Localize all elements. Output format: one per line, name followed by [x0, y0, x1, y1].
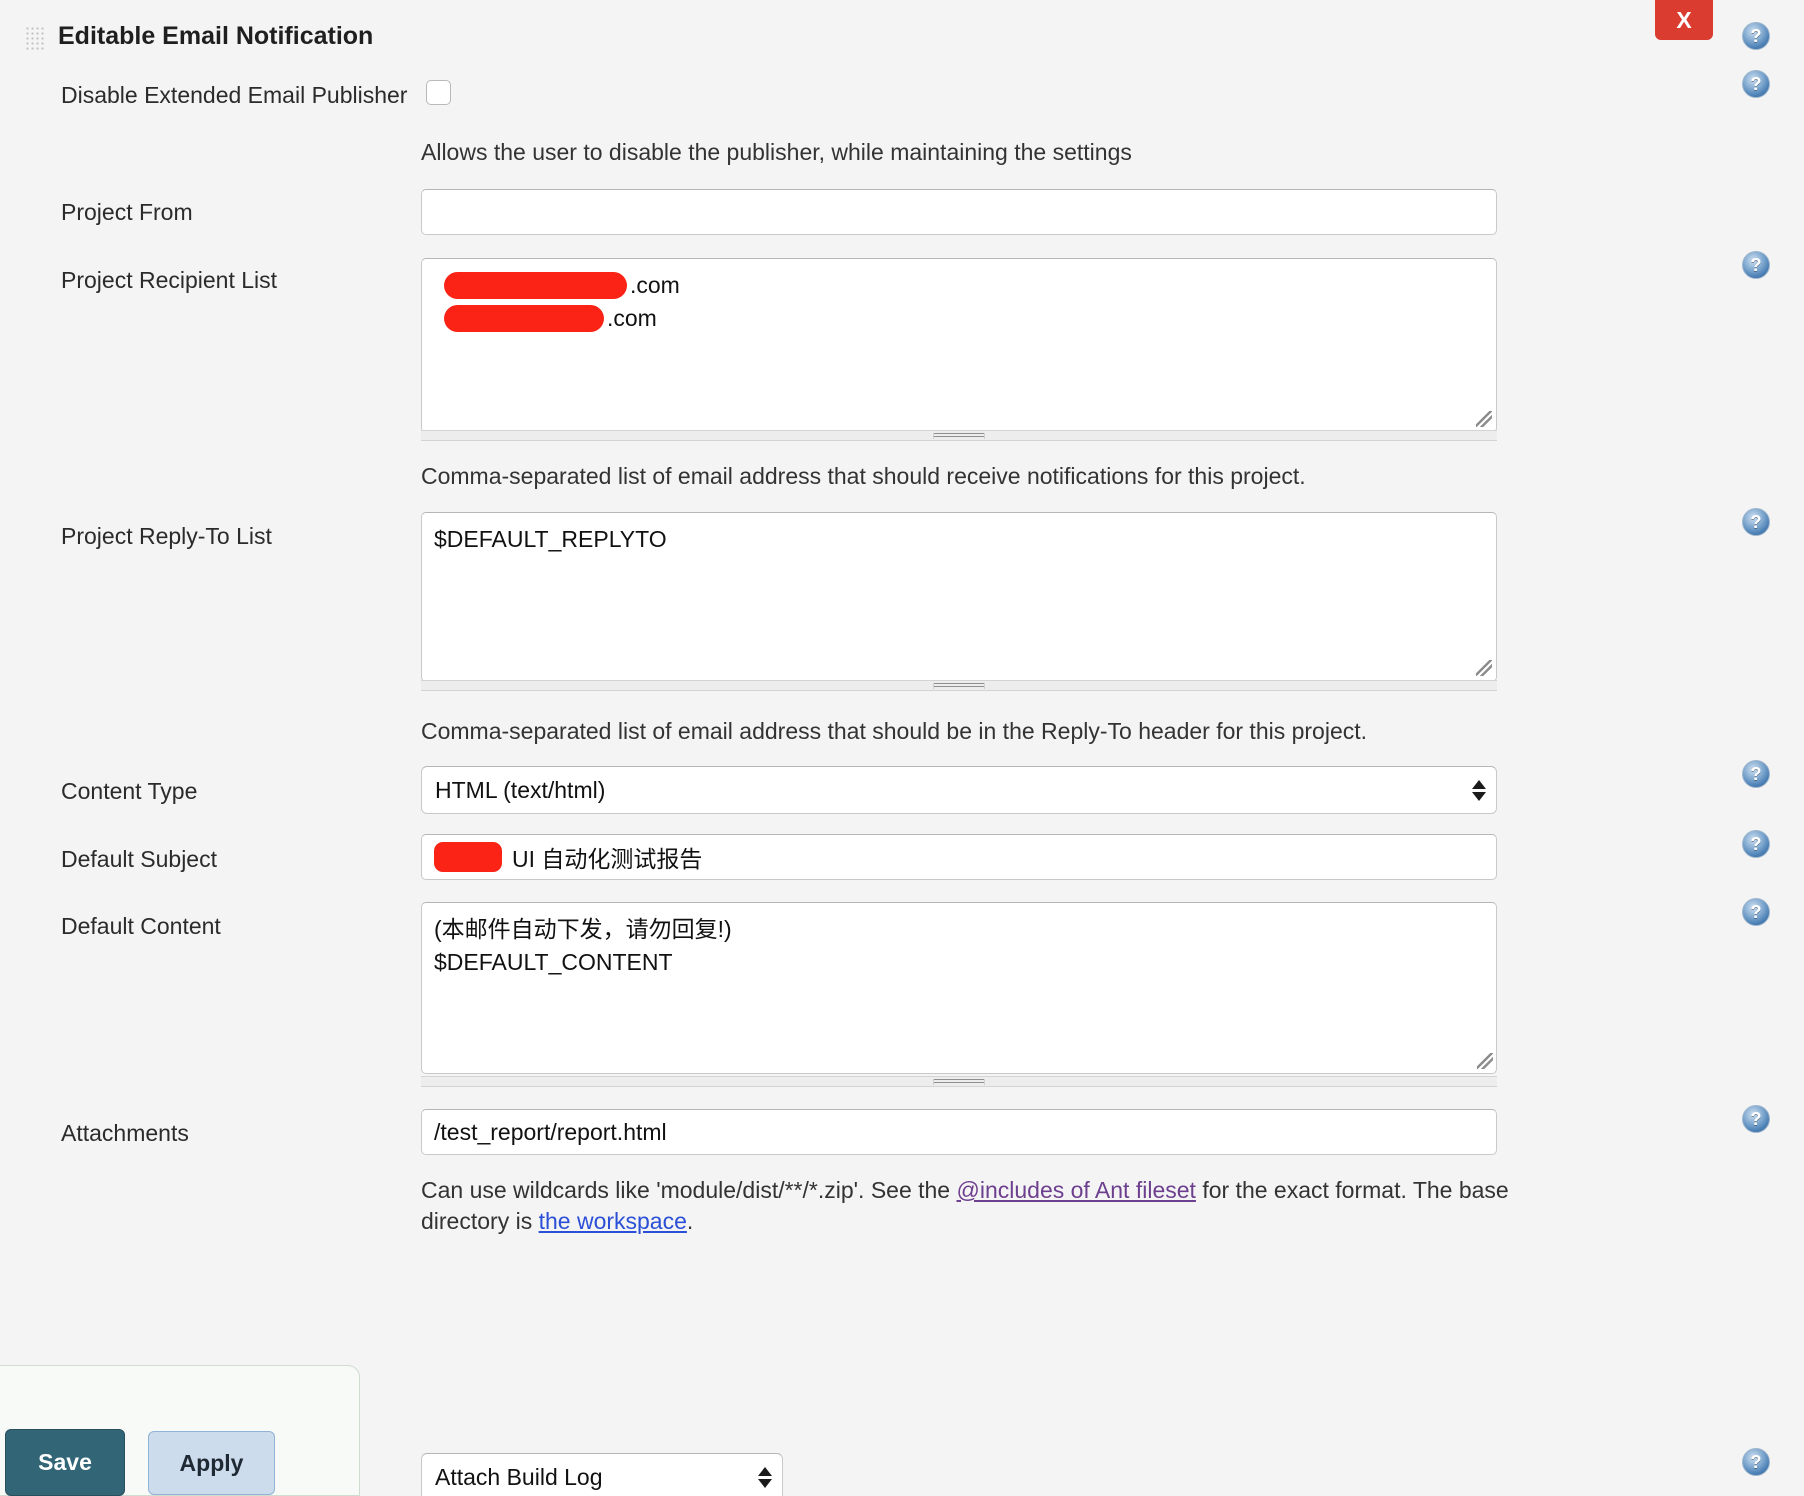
project-recipient-list-wrap: .com .com [421, 258, 1497, 433]
chevron-updown-icon [1462, 779, 1496, 801]
label-project-reply-to-list: Project Reply-To List [61, 523, 272, 549]
label-default-subject: Default Subject [61, 846, 217, 872]
recipient-list-resize-bar[interactable] [421, 430, 1497, 441]
help-icon-default-content[interactable] [1742, 898, 1770, 926]
help-icon-disable-publisher[interactable] [1742, 70, 1770, 98]
ant-fileset-link[interactable]: @includes of Ant fileset [957, 1177, 1196, 1203]
project-reply-to-list-textarea[interactable]: $DEFAULT_REPLYTO [421, 512, 1497, 682]
resize-grip-icon[interactable] [1476, 411, 1492, 427]
desc-project-reply-to-list: Comma-separated list of email address th… [421, 718, 1368, 744]
drag-handle-icon[interactable] [25, 26, 45, 50]
content-type-select[interactable]: HTML (text/html) [421, 766, 1497, 814]
help-icon-project-reply-to[interactable] [1742, 508, 1770, 536]
label-default-content: Default Content [61, 913, 221, 939]
redacted-email-1 [444, 272, 627, 299]
save-button[interactable]: Save [5, 1429, 125, 1496]
desc-attachments-part3: . [686, 1208, 694, 1234]
project-from-input[interactable] [421, 189, 1497, 235]
close-button[interactable]: X [1655, 0, 1713, 40]
attachments-input[interactable] [421, 1109, 1497, 1155]
default-content-textarea[interactable]: (本邮件自动下发，请勿回复!) $DEFAULT_CONTENT [421, 902, 1497, 1074]
help-icon-attachments[interactable] [1742, 1105, 1770, 1133]
help-icon-attach-build-log[interactable] [1742, 1448, 1770, 1476]
content-type-value: HTML (text/html) [435, 776, 606, 803]
attach-build-log-select[interactable]: Attach Build Log [421, 1453, 783, 1496]
label-content-type: Content Type [61, 778, 198, 804]
desc-disable-publisher: Allows the user to disable the publisher… [421, 139, 1132, 165]
resize-grip-icon[interactable] [1476, 660, 1492, 676]
desc-attachments-part1: Can use wildcards like 'module/dist/**/*… [421, 1177, 957, 1203]
desc-attachments: Can use wildcards like 'module/dist/**/*… [421, 1175, 1511, 1237]
workspace-link[interactable]: the workspace [539, 1208, 687, 1234]
project-reply-to-list-wrap: $DEFAULT_REPLYTO [421, 512, 1497, 682]
desc-project-recipient-list: Comma-separated list of email address th… [421, 463, 1306, 489]
default-content-resize-bar[interactable] [421, 1076, 1497, 1087]
apply-button[interactable]: Apply [148, 1431, 275, 1495]
chevron-updown-icon [748, 1466, 782, 1488]
redacted-email-2 [444, 305, 604, 332]
reply-to-resize-bar[interactable] [421, 680, 1497, 691]
help-icon-content-type[interactable] [1742, 760, 1770, 788]
recipient-2-suffix: .com [607, 305, 657, 331]
default-subject-input[interactable]: UI 自动化测试报告 [421, 834, 1497, 880]
help-icon-project-recipient[interactable] [1742, 251, 1770, 279]
page-title: Editable Email Notification [58, 22, 374, 50]
resize-grip-icon[interactable] [1477, 1053, 1493, 1069]
label-attachments: Attachments [61, 1120, 189, 1146]
default-subject-value: UI 自动化测试报告 [512, 846, 703, 872]
label-project-from: Project From [61, 199, 193, 225]
help-icon-section[interactable] [1742, 22, 1770, 50]
help-icon-default-subject[interactable] [1742, 830, 1770, 858]
project-recipient-list-textarea[interactable]: .com .com [421, 258, 1497, 433]
project-reply-to-value: $DEFAULT_REPLYTO [434, 526, 667, 552]
attach-build-log-value: Attach Build Log [435, 1463, 603, 1490]
email-notification-panel: X Editable Email Notification Disable Ex… [0, 0, 1804, 1496]
redacted-subject-prefix [434, 842, 502, 872]
disable-publisher-checkbox[interactable] [426, 80, 451, 105]
default-content-wrap: (本邮件自动下发，请勿回复!) $DEFAULT_CONTENT [421, 902, 1497, 1074]
recipient-1-suffix: .com [630, 272, 680, 298]
label-project-recipient-list: Project Recipient List [61, 267, 278, 293]
label-disable-publisher: Disable Extended Email Publisher [61, 82, 408, 108]
